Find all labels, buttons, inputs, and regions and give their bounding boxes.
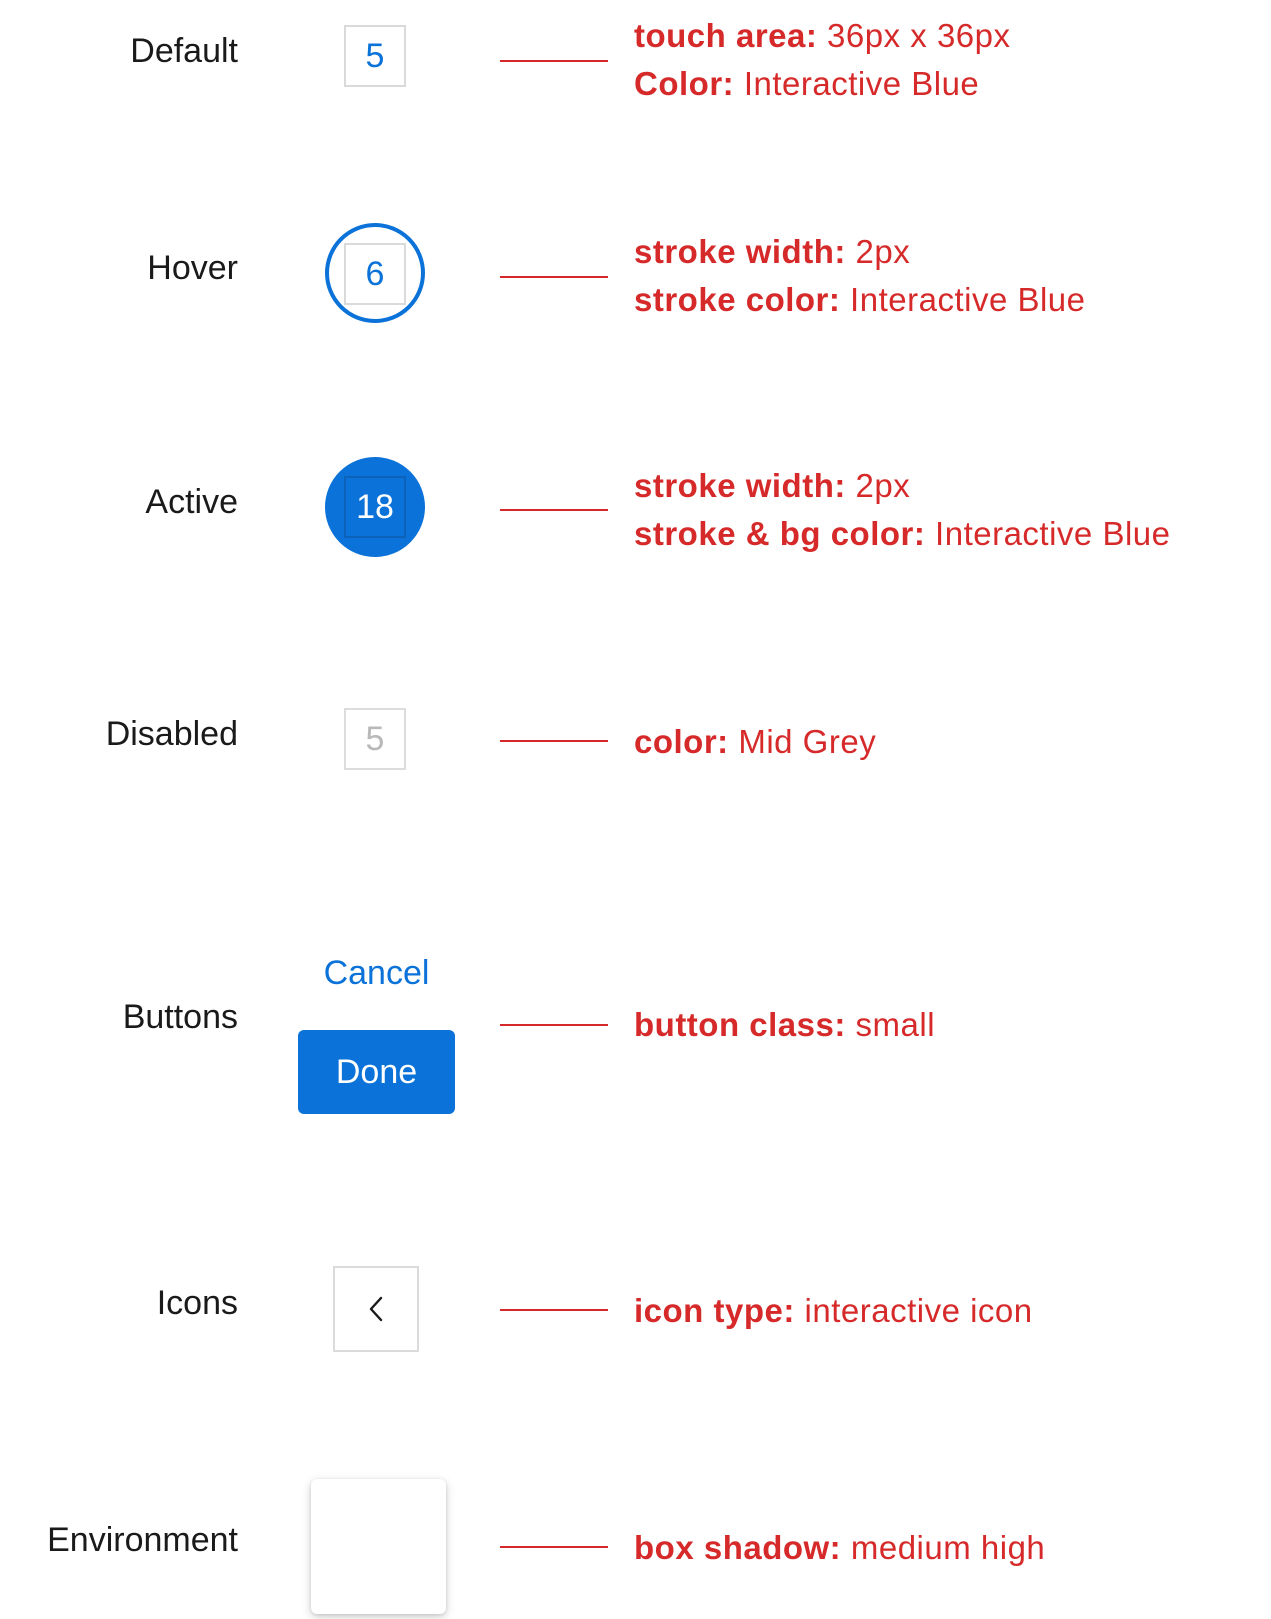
spec-active: stroke width: 2px stroke & bg color: Int…: [634, 462, 1171, 558]
spec-value: medium high: [841, 1529, 1046, 1566]
cancel-button[interactable]: Cancel: [298, 951, 455, 995]
day-cell-hover[interactable]: 6: [344, 243, 406, 305]
day-cell-disabled: 5: [344, 708, 406, 770]
spec-value: interactive icon: [794, 1292, 1033, 1329]
spec-line: box shadow: medium high: [634, 1524, 1045, 1572]
spec-key: stroke width:: [634, 233, 846, 270]
connector-line: [500, 740, 608, 742]
spec-value: 2px: [845, 467, 911, 504]
row-label-environment: Environment: [47, 1521, 238, 1559]
spec-environment: box shadow: medium high: [634, 1524, 1045, 1572]
spec-line: button class: small: [634, 1001, 935, 1049]
day-cell-default[interactable]: 5: [344, 25, 406, 87]
row-label-hover: Hover: [147, 249, 238, 287]
spec-value: Interactive Blue: [734, 65, 980, 102]
spec-line: stroke color: Interactive Blue: [634, 276, 1086, 324]
spec-buttons: button class: small: [634, 1001, 935, 1049]
spec-key: color:: [634, 723, 729, 760]
spec-line: stroke width: 2px: [634, 228, 1086, 276]
row-label-buttons: Buttons: [122, 998, 238, 1036]
spec-key: button class:: [634, 1006, 846, 1043]
spec-line: color: Mid Grey: [634, 718, 876, 766]
row-label-icons: Icons: [156, 1284, 238, 1322]
chevron-left-icon: [369, 1296, 383, 1322]
spec-value: Interactive Blue: [840, 281, 1086, 318]
row-label-active: Active: [145, 483, 238, 521]
spec-key: stroke width:: [634, 467, 846, 504]
connector-line: [500, 1546, 608, 1548]
spec-line: stroke width: 2px: [634, 462, 1171, 510]
spec-hover: stroke width: 2px stroke color: Interact…: [634, 228, 1086, 324]
spec-value: Interactive Blue: [925, 515, 1171, 552]
connector-line: [500, 276, 608, 278]
spec-key: box shadow:: [634, 1529, 842, 1566]
row-label-disabled: Disabled: [105, 715, 238, 753]
spec-default: touch area: 36px x 36px Color: Interacti…: [634, 12, 1011, 108]
environment-card: [311, 1479, 446, 1614]
icon-button[interactable]: [333, 1266, 419, 1352]
day-cell-active[interactable]: 18: [344, 476, 406, 538]
spec-key: icon type:: [634, 1292, 795, 1329]
spec-key: touch area:: [634, 17, 818, 54]
spec-line: Color: Interactive Blue: [634, 60, 1011, 108]
connector-line: [500, 60, 608, 62]
connector-line: [500, 509, 608, 511]
spec-key: Color:: [634, 65, 735, 102]
spec-line: icon type: interactive icon: [634, 1287, 1033, 1335]
spec-disabled: color: Mid Grey: [634, 718, 876, 766]
done-button[interactable]: Done: [298, 1030, 455, 1114]
spec-key: stroke color:: [634, 281, 841, 318]
row-label-default: Default: [130, 32, 238, 70]
spec-value: small: [845, 1006, 936, 1043]
spec-line: touch area: 36px x 36px: [634, 12, 1011, 60]
spec-icons: icon type: interactive icon: [634, 1287, 1033, 1335]
connector-line: [500, 1309, 608, 1311]
spec-value: Mid Grey: [728, 723, 877, 760]
spec-line: stroke & bg color: Interactive Blue: [634, 510, 1171, 558]
spec-value: 2px: [845, 233, 911, 270]
spec-key: stroke & bg color:: [634, 515, 926, 552]
spec-value: 36px x 36px: [817, 17, 1011, 54]
connector-line: [500, 1024, 608, 1026]
